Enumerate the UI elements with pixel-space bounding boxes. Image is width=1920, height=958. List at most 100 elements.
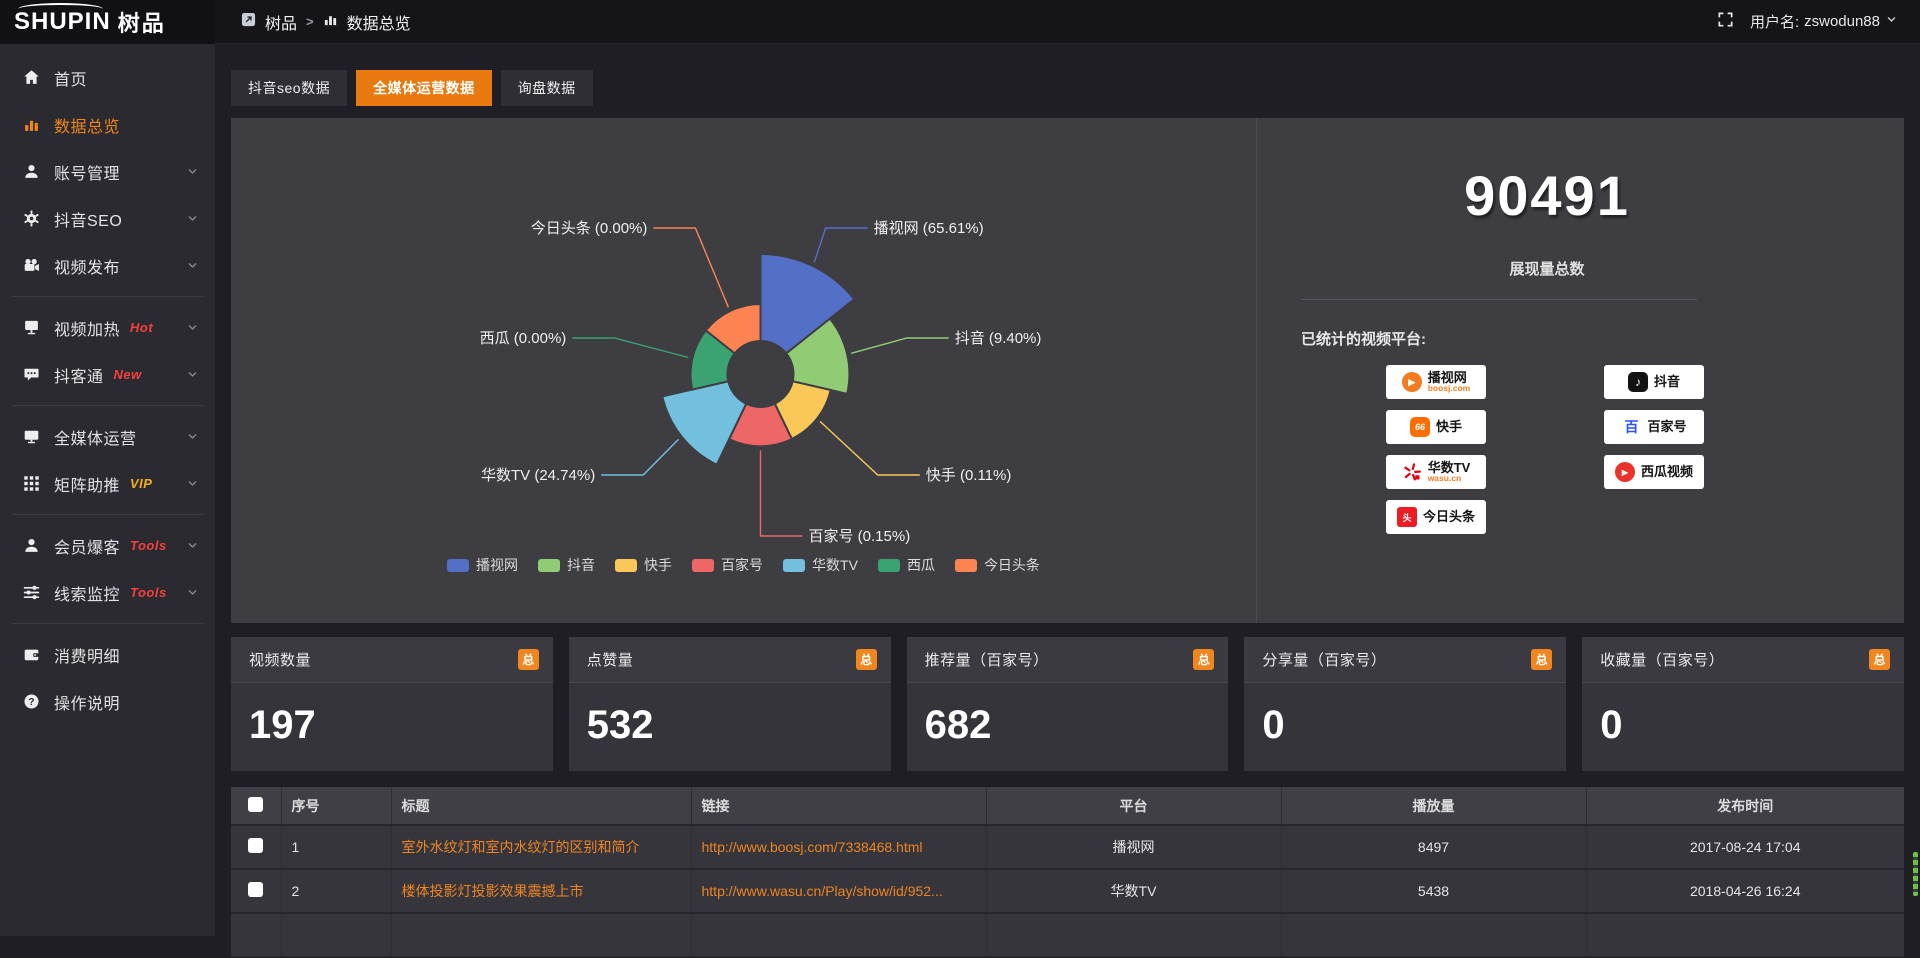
col-header-3: 平台	[986, 787, 1281, 825]
sidebar-item-label: 消费明细	[54, 643, 120, 667]
user-icon	[22, 537, 40, 555]
toutiao-logo-icon: 头	[1397, 507, 1417, 527]
pie-label-line	[814, 228, 867, 262]
stat-card-header: 分享量（百家号） 总	[1244, 637, 1566, 683]
user-icon	[22, 163, 40, 181]
grid-icon	[22, 475, 40, 493]
legend-swatch	[783, 559, 805, 572]
legend-swatch	[538, 559, 560, 572]
sidebar-item-badge: Tools	[130, 538, 167, 553]
pie-slice-label: 华数TV (24.74%)	[481, 467, 595, 484]
total-badge[interactable]: 总	[856, 649, 877, 670]
total-badge[interactable]: 总	[1531, 649, 1552, 670]
sidebar-item-douyin-seo[interactable]: 抖音SEO	[0, 195, 215, 242]
legend-swatch	[955, 559, 977, 572]
row-checkbox[interactable]	[248, 882, 263, 897]
app-logo: SHUPIN 树品	[0, 0, 215, 44]
sidebar-item-account-manage[interactable]: 账号管理	[0, 148, 215, 195]
tab-douyin-seo-data[interactable]: 抖音seo数据	[231, 70, 347, 106]
legend-item-4[interactable]: 华数TV	[783, 555, 858, 575]
sidebar-item-consume-detail[interactable]: 消费明细	[0, 631, 215, 678]
sidebar-item-label: 首页	[54, 66, 87, 90]
fullscreen-icon[interactable]	[1717, 11, 1734, 32]
sidebar-item-badge: Tools	[130, 585, 167, 600]
stat-card-title: 点赞量	[587, 649, 634, 670]
sidebar-item-label: 全媒体运营	[54, 425, 137, 449]
stat-card-header: 推荐量（百家号）总	[907, 637, 1229, 683]
sidebar-item-label: 线索监控	[54, 581, 120, 605]
cell-publish-time: 2017-08-24 17:04	[1586, 825, 1904, 869]
impressions-summary: 90491 展现量总数 已统计的视频平台: ▶播视网boosj.com66快手华…	[1256, 118, 1904, 623]
cell-index: 2	[281, 869, 391, 913]
legend-item-6[interactable]: 今日头条	[955, 555, 1040, 575]
sidebar-item-clue-monitor[interactable]: 线索监控 Tools	[0, 569, 215, 616]
baijiahao-logo-icon: 百	[1621, 417, 1641, 437]
platform-share-chart: 播视网 (65.61%)抖音 (9.40%)快手 (0.11%)百家号 (0.1…	[231, 118, 1256, 623]
total-badge[interactable]: 总	[1869, 649, 1890, 670]
stat-card-header: 视频数量总	[231, 637, 553, 683]
legend-swatch	[878, 559, 900, 572]
sidebar-divider	[12, 514, 203, 515]
sidebar-item-member-leads[interactable]: 会员爆客 Tools	[0, 522, 215, 569]
sidebar-item-data-overview[interactable]: 数据总览	[0, 101, 215, 148]
platform-name: 快手	[1436, 420, 1462, 434]
legend-item-5[interactable]: 西瓜	[878, 555, 935, 575]
breadcrumb-root[interactable]: 树品	[265, 10, 297, 34]
cell-video-link[interactable]: http://www.wasu.cn/Play/show/id/952...	[702, 883, 976, 899]
legend-item-3[interactable]: 百家号	[692, 555, 763, 575]
stat-card-value: 197	[249, 705, 535, 745]
tab-omni-media-data[interactable]: 全媒体运营数据	[356, 70, 492, 106]
platform-name: 抖音	[1654, 375, 1680, 389]
sidebar-item-home[interactable]: 首页	[0, 54, 215, 101]
legend-item-2[interactable]: 快手	[615, 555, 672, 575]
stat-card-value: 682	[925, 705, 1211, 745]
username: zswodun88	[1804, 13, 1880, 30]
stat-card-2: 推荐量（百家号）总 682	[907, 637, 1229, 771]
col-header-0: 序号	[281, 787, 391, 825]
wallet-icon	[22, 646, 40, 664]
pie-slice-label: 抖音 (9.40%)	[955, 330, 1042, 347]
sidebar-item-video-publish[interactable]: 视频发布	[0, 242, 215, 289]
stat-card-title: 分享量（百家号）	[1262, 649, 1386, 670]
sidebar-item-matrix-boost[interactable]: 矩阵助推VIP	[0, 460, 215, 507]
tab-inquiry-data[interactable]: 询盘数据	[501, 70, 593, 106]
stat-card-body: 0	[1582, 683, 1904, 771]
chevron-down-icon	[186, 212, 199, 225]
legend-swatch	[615, 559, 637, 572]
platform-badge-xigua: ▶西瓜视频	[1604, 455, 1704, 489]
total-badge[interactable]: 总	[1193, 649, 1214, 670]
cell-video-title[interactable]: 楼体投影灯投影效果震撼上市	[402, 881, 681, 901]
select-all-checkbox[interactable]	[248, 797, 263, 812]
total-badge[interactable]: 总	[518, 649, 539, 670]
chevron-down-icon	[186, 321, 199, 334]
user-menu[interactable]: 用户名: zswodun88	[1750, 11, 1898, 32]
videos-table-wrap: 序号标题链接平台播放量发布时间 1室外水纹灯和室内水纹灯的区别和简介http:/…	[231, 787, 1904, 958]
pie-slice-4[interactable]	[662, 381, 746, 464]
sidebar-item-omni-media[interactable]: 全媒体运营	[0, 413, 215, 460]
bars-icon	[22, 116, 40, 134]
row-checkbox[interactable]	[248, 838, 263, 853]
pie-slice-label: 西瓜 (0.00%)	[480, 330, 567, 347]
cell-views: 5438	[1281, 869, 1586, 913]
cell-video-link[interactable]: http://www.boosj.com/7338468.html	[702, 839, 976, 855]
comment-icon	[22, 366, 40, 384]
sidebar-item-video-heating[interactable]: 视频加热Hot	[0, 304, 215, 351]
platform-badge-toutiao: 头今日头条	[1386, 500, 1486, 534]
stat-card-header: 收藏量（百家号）总	[1582, 637, 1904, 683]
username-prefix: 用户名:	[1750, 11, 1799, 32]
col-header-1: 标题	[391, 787, 691, 825]
platform-badge-wasu: 华数TVwasu.cn	[1386, 455, 1486, 489]
cell-video-title[interactable]: 室外水纹灯和室内水纹灯的区别和简介	[402, 837, 681, 857]
sidebar-divider	[12, 623, 203, 624]
pie-label-line	[572, 338, 688, 358]
platform-name: 华数TV	[1428, 461, 1471, 475]
legend-item-0[interactable]: 播视网	[447, 555, 518, 575]
sidebar-item-douketong[interactable]: 抖客通New	[0, 351, 215, 398]
stat-card-value: 0	[1262, 705, 1548, 745]
cell-platform: 播视网	[986, 825, 1281, 869]
sidebar-item-operation-guide[interactable]: ?操作说明	[0, 678, 215, 725]
sidebar-item-label: 会员爆客	[54, 534, 120, 558]
legend-item-1[interactable]: 抖音	[538, 555, 595, 575]
monitor-icon	[22, 428, 40, 446]
sidebar-item-label: 数据总览	[54, 113, 120, 137]
